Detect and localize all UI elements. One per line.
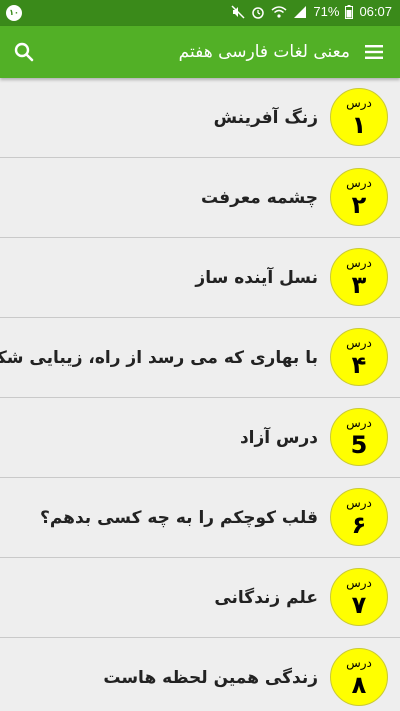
lesson-item[interactable]: درس 5 درس آزاد (0, 398, 400, 478)
lesson-item[interactable]: درس ۸ زندگی همین لحظه هاست (0, 638, 400, 711)
lesson-number-badge: درس ۱ (330, 88, 388, 146)
lesson-number-badge: درس ۴ (330, 328, 388, 386)
lesson-item[interactable]: درس ۴ با بهاری که می رسد از راه، زیبایی … (0, 318, 400, 398)
lesson-item[interactable]: درس ۱ زنگ آفرینش (0, 78, 400, 158)
mute-icon (231, 4, 245, 19)
lesson-number-badge: درس ۶ (330, 488, 388, 546)
badge-number: ۳ (351, 271, 367, 299)
battery-icon (345, 4, 354, 19)
lesson-number-badge: درس ۲ (330, 168, 388, 226)
hamburger-menu-icon (365, 45, 383, 59)
lesson-title: علم زندگانی (214, 588, 318, 608)
lesson-number-badge: درس 5 (330, 408, 388, 466)
lesson-title: چشمه معرفت (201, 188, 318, 208)
clock: 06:07 (359, 4, 392, 19)
lesson-list: درس ۱ زنگ آفرینش درس ۲ چشمه معرفت درس ۳ … (0, 78, 400, 711)
alarm-icon (251, 5, 265, 19)
notification-badge: ۱۰ (6, 5, 22, 21)
menu-button[interactable] (360, 38, 388, 66)
page-title: معنی لغات فارسی هفتم (178, 42, 350, 62)
badge-number: 5 (350, 431, 368, 459)
app-screen: ۱۰ 71% 06:07 معنی لغات فارسی هفتم درس ۱ … (0, 0, 400, 711)
wifi-icon (271, 5, 287, 19)
badge-number: ۴ (351, 351, 367, 379)
status-icons: 71% 06:07 (231, 4, 392, 19)
lesson-number-badge: درس ۷ (330, 568, 388, 626)
badge-label: درس (346, 96, 372, 110)
battery-percent: 71% (313, 4, 340, 19)
lesson-title: زندگی همین لحظه هاست (103, 668, 318, 688)
lesson-item[interactable]: درس ۷ علم زندگانی (0, 558, 400, 638)
lesson-title: زنگ آفرینش (213, 108, 318, 128)
badge-label: درس (346, 176, 372, 190)
badge-number: ۷ (351, 591, 367, 619)
lesson-number-badge: درس ۳ (330, 248, 388, 306)
status-bar: ۱۰ 71% 06:07 (0, 0, 400, 26)
badge-label: درس (346, 336, 372, 350)
lesson-title: نسل آینده ساز (195, 268, 318, 288)
lesson-title: قلب کوچکم را به چه کسی بدهم؟ (39, 508, 318, 528)
lesson-item[interactable]: درس ۳ نسل آینده ساز (0, 238, 400, 318)
lesson-number-badge: درس ۸ (330, 648, 388, 706)
search-icon (14, 42, 34, 62)
badge-label: درس (346, 576, 372, 590)
search-button[interactable] (10, 38, 38, 66)
signal-icon (293, 5, 307, 19)
badge-label: درس (346, 496, 372, 510)
badge-label: درس (346, 416, 372, 430)
app-bar: معنی لغات فارسی هفتم (0, 26, 400, 78)
lesson-item[interactable]: درس ۶ قلب کوچکم را به چه کسی بدهم؟ (0, 478, 400, 558)
lesson-title: با بهاری که می رسد از راه، زیبایی شکفتن (0, 348, 318, 368)
badge-number: ۲ (351, 191, 367, 219)
lesson-item[interactable]: درس ۲ چشمه معرفت (0, 158, 400, 238)
badge-number: ۶ (351, 511, 367, 539)
badge-number: ۱ (351, 111, 367, 139)
badge-label: درس (346, 256, 372, 270)
lesson-title: درس آزاد (239, 428, 318, 448)
badge-label: درس (346, 656, 372, 670)
badge-number: ۸ (351, 671, 367, 699)
